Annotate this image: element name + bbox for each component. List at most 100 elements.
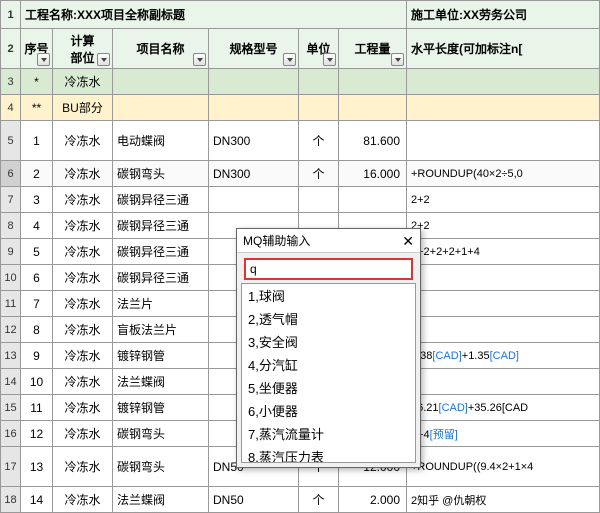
cell[interactable]: 36.21[CAD]+35.26[CAD: [407, 395, 600, 421]
cell[interactable]: 冷冻水: [53, 161, 113, 187]
cell[interactable]: 1.38[CAD]+1.35[CAD]: [407, 343, 600, 369]
cell[interactable]: 个: [299, 161, 339, 187]
cell[interactable]: 2+2: [407, 213, 600, 239]
cell[interactable]: 碳钢异径三通: [113, 265, 209, 291]
cell[interactable]: +ROUNDUP((9.4×2+1×4: [407, 447, 600, 487]
cell[interactable]: 碳钢异径三通: [113, 187, 209, 213]
cell[interactable]: 碳钢弯头: [113, 161, 209, 187]
cell[interactable]: 7: [21, 291, 53, 317]
cell[interactable]: 6+4[预留]: [407, 421, 600, 447]
cell[interactable]: 2+2: [407, 187, 600, 213]
table-row[interactable]: 73冷冻水碳钢异径三通2+2: [1, 187, 600, 213]
cell[interactable]: [339, 95, 407, 121]
cell[interactable]: 2: [407, 369, 600, 395]
cell[interactable]: [407, 121, 600, 161]
popup-item[interactable]: 6,小便器: [242, 399, 415, 422]
cell[interactable]: BU部分: [53, 95, 113, 121]
popup-item[interactable]: 8,蒸汽压力表: [242, 445, 415, 463]
cell[interactable]: [209, 187, 299, 213]
cell[interactable]: [407, 95, 600, 121]
rowhead[interactable]: 13: [1, 343, 21, 369]
cell[interactable]: [113, 95, 209, 121]
cell[interactable]: 冷冻水: [53, 343, 113, 369]
cell[interactable]: 冷冻水: [53, 395, 113, 421]
cell[interactable]: 冷冻水: [53, 265, 113, 291]
cell[interactable]: 冷冻水: [53, 447, 113, 487]
popup-item[interactable]: 1,球阀: [242, 284, 415, 307]
cell[interactable]: 碳钢弯头: [113, 421, 209, 447]
cell[interactable]: 电动蝶阀: [113, 121, 209, 161]
col-qty[interactable]: 工程量: [339, 29, 407, 69]
cell[interactable]: 5: [21, 239, 53, 265]
cell[interactable]: [339, 187, 407, 213]
popup-search-input[interactable]: [245, 259, 412, 279]
cell[interactable]: 镀锌钢管: [113, 343, 209, 369]
col-seq[interactable]: 序号: [21, 29, 53, 69]
cell[interactable]: [209, 95, 299, 121]
cell[interactable]: 9: [21, 343, 53, 369]
rowhead[interactable]: 15: [1, 395, 21, 421]
cell[interactable]: [407, 317, 600, 343]
cell[interactable]: 碳钢弯头: [113, 447, 209, 487]
cell[interactable]: 冷冻水: [53, 239, 113, 265]
cell[interactable]: 6: [21, 265, 53, 291]
rowhead[interactable]: 3: [1, 69, 21, 95]
rowhead[interactable]: 12: [1, 317, 21, 343]
cell[interactable]: 碳钢异径三通: [113, 239, 209, 265]
popup-item[interactable]: 3,安全阀: [242, 330, 415, 353]
cell[interactable]: [209, 69, 299, 95]
cell[interactable]: 1: [21, 121, 53, 161]
cell[interactable]: 冷冻水: [53, 69, 113, 95]
cell[interactable]: [407, 69, 600, 95]
close-icon[interactable]: ✕: [402, 234, 414, 248]
rowhead[interactable]: 4: [1, 95, 21, 121]
cell[interactable]: 法兰蝶阀: [113, 369, 209, 395]
cell[interactable]: DN300: [209, 161, 299, 187]
cell[interactable]: 冷冻水: [53, 291, 113, 317]
cell[interactable]: [299, 95, 339, 121]
col-part[interactable]: 计算 部位: [53, 29, 113, 69]
cell[interactable]: [299, 187, 339, 213]
cell[interactable]: 4: [21, 213, 53, 239]
cell[interactable]: 个: [299, 121, 339, 161]
cell[interactable]: 12: [21, 421, 53, 447]
rowhead[interactable]: 6: [1, 161, 21, 187]
filter-icon[interactable]: [391, 53, 404, 66]
cell[interactable]: 2+2+2+2+1+4: [407, 239, 600, 265]
col-name[interactable]: 项目名称: [113, 29, 209, 69]
rowhead[interactable]: 17: [1, 447, 21, 487]
filter-icon[interactable]: [193, 53, 206, 66]
cell[interactable]: 冷冻水: [53, 421, 113, 447]
rowhead[interactable]: 10: [1, 265, 21, 291]
cell[interactable]: *: [21, 69, 53, 95]
cell[interactable]: 盲板法兰片: [113, 317, 209, 343]
rowhead[interactable]: 9: [1, 239, 21, 265]
cell[interactable]: 8: [21, 317, 53, 343]
cell[interactable]: 10: [21, 369, 53, 395]
cell[interactable]: 冷冻水: [53, 213, 113, 239]
cell[interactable]: [407, 291, 600, 317]
cell[interactable]: 冷冻水: [53, 121, 113, 161]
filter-icon[interactable]: [283, 53, 296, 66]
cell[interactable]: [113, 69, 209, 95]
cell[interactable]: 81.600: [339, 121, 407, 161]
table-row[interactable]: 3*冷冻水: [1, 69, 600, 95]
popup-item[interactable]: 2,透气帽: [242, 307, 415, 330]
cell[interactable]: [299, 69, 339, 95]
cell[interactable]: +ROUNDUP(40×2÷5,0: [407, 161, 600, 187]
rowhead[interactable]: 14: [1, 369, 21, 395]
cell[interactable]: 冷冻水: [53, 317, 113, 343]
cell[interactable]: DN300: [209, 121, 299, 161]
rowhead[interactable]: 8: [1, 213, 21, 239]
cell[interactable]: 冷冻水: [53, 187, 113, 213]
rowhead[interactable]: 7: [1, 187, 21, 213]
cell[interactable]: 13: [21, 447, 53, 487]
rowhead[interactable]: 11: [1, 291, 21, 317]
popup-item[interactable]: 4,分汽缸: [242, 353, 415, 376]
col-formula[interactable]: 水平长度(可加标注n[: [407, 29, 600, 69]
table-row[interactable]: 51冷冻水电动蝶阀DN300个81.600: [1, 121, 600, 161]
rowhead-2[interactable]: 2: [1, 29, 21, 69]
popup-item[interactable]: 5,坐便器: [242, 376, 415, 399]
cell[interactable]: 碳钢异径三通: [113, 213, 209, 239]
col-unit[interactable]: 单位: [299, 29, 339, 69]
